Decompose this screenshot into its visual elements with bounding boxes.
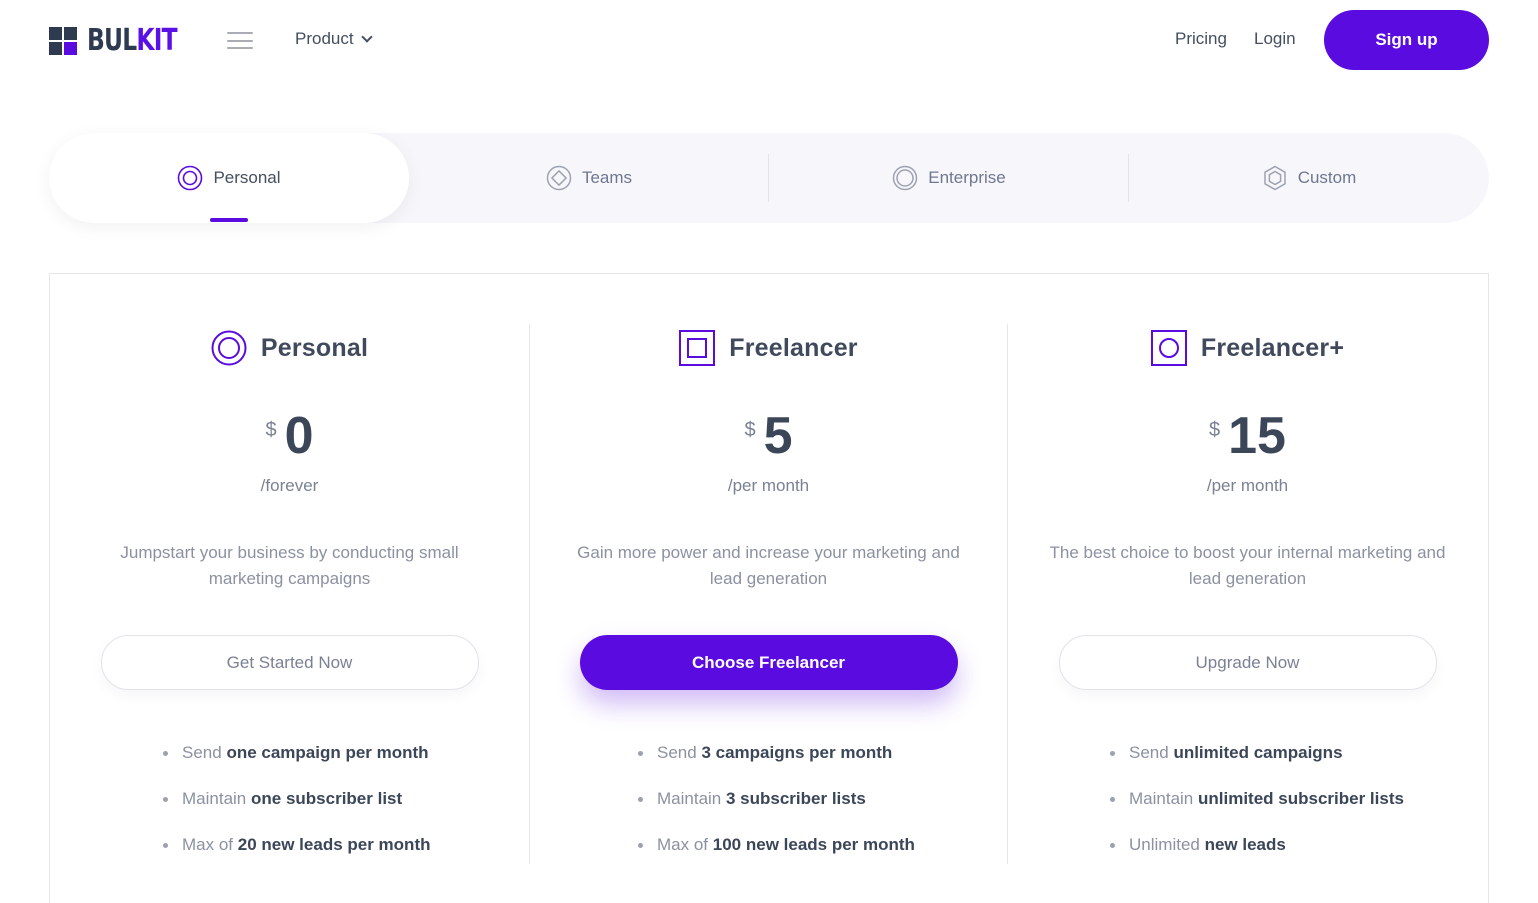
double-circle-icon <box>177 165 203 191</box>
tab-personal[interactable]: Personal <box>49 133 409 223</box>
get-started-button[interactable]: Get Started Now <box>100 635 479 690</box>
currency-symbol: $ <box>265 419 277 441</box>
pricing-link[interactable]: Pricing <box>1175 29 1227 49</box>
currency-symbol: $ <box>1209 419 1221 441</box>
feature-list: Send one campaign per month Maintain one… <box>163 741 431 879</box>
plan-card-freelancer: Freelancer $ 5 /per month Gain more powe… <box>529 273 1008 893</box>
plan-header: Freelancer+ <box>1008 330 1487 366</box>
plan-price: $ 15 <box>1008 409 1487 463</box>
plan-name: Freelancer <box>729 333 858 362</box>
bullet-icon <box>163 797 168 802</box>
bullet-icon <box>1110 843 1115 848</box>
tab-label: Custom <box>1297 168 1357 187</box>
plan-header: Freelancer <box>529 330 1008 366</box>
bullet-icon <box>163 751 168 756</box>
signup-button[interactable]: Sign up <box>1324 10 1489 70</box>
feature-list: Send unlimited campaigns Maintain unlimi… <box>1110 741 1404 879</box>
brand-logo[interactable]: BULKIT <box>49 26 202 56</box>
feature-item: Maintain one subscriber list <box>163 787 431 833</box>
tab-teams[interactable]: Teams <box>409 133 769 223</box>
price-amount: 5 <box>763 407 793 465</box>
bullet-icon <box>1110 751 1115 756</box>
currency-symbol: $ <box>744 419 756 441</box>
tab-custom[interactable]: Custom <box>1129 133 1489 223</box>
tab-label: Enterprise <box>928 168 1006 187</box>
hexagon-icon <box>1262 165 1288 191</box>
double-circle-icon <box>211 330 247 366</box>
tab-enterprise[interactable]: Enterprise <box>769 133 1129 223</box>
feature-item: Send 3 campaigns per month <box>638 741 915 787</box>
hamburger-icon[interactable] <box>227 32 253 49</box>
tab-label: Teams <box>581 168 633 187</box>
feature-item: Send one campaign per month <box>163 741 431 787</box>
feature-item: Max of 100 new leads per month <box>638 833 915 879</box>
square-in-square-icon <box>679 330 716 366</box>
top-navbar: BULKIT Product Pricing Login Sign up <box>0 0 1538 82</box>
plan-name: Freelancer+ <box>1200 333 1345 362</box>
logo-grid-icon <box>49 27 77 55</box>
feature-item: Maintain unlimited subscriber lists <box>1110 787 1404 833</box>
feature-item: Send unlimited campaigns <box>1110 741 1404 787</box>
price-period: /per month <box>1206 476 1289 495</box>
bullet-icon <box>638 797 643 802</box>
tab-divider <box>768 154 769 202</box>
feature-item: Maintain 3 subscriber lists <box>638 787 915 833</box>
price-period: /per month <box>727 476 810 495</box>
plan-description: Gain more power and increase your market… <box>577 543 960 588</box>
logo-wordmark: BULKIT <box>87 23 178 58</box>
circle-in-square-icon <box>1150 330 1187 366</box>
diamond-circle-icon <box>546 165 572 191</box>
price-period: /forever <box>260 476 319 495</box>
plan-category-tabs: Personal Teams Enterprise Custom <box>49 133 1489 223</box>
active-tab-indicator <box>210 218 248 222</box>
bullet-icon <box>638 843 643 848</box>
tab-label: Personal <box>213 168 281 187</box>
plan-description: Jumpstart your business by conducting sm… <box>120 543 459 588</box>
upgrade-now-button[interactable]: Upgrade Now <box>1058 635 1437 690</box>
feature-list: Send 3 campaigns per month Maintain 3 su… <box>638 741 915 879</box>
bullet-icon <box>1110 797 1115 802</box>
plan-card-freelancer-plus: Freelancer+ $ 15 /per month The best cho… <box>1008 273 1487 893</box>
chevron-down-icon <box>360 31 373 43</box>
product-dropdown[interactable]: Product <box>295 29 373 49</box>
choose-freelancer-button[interactable]: Choose Freelancer <box>579 635 958 690</box>
product-label: Product <box>295 29 354 48</box>
plan-price: $ 0 <box>50 409 529 463</box>
plan-price: $ 5 <box>529 409 1008 463</box>
plan-description: The best choice to boost your internal m… <box>1049 543 1446 588</box>
plan-card-personal: Personal $ 0 /forever Jumpstart your bus… <box>50 273 529 893</box>
bullet-icon <box>638 751 643 756</box>
price-amount: 0 <box>284 407 314 465</box>
plan-name: Personal <box>260 333 369 362</box>
feature-item: Max of 20 new leads per month <box>163 833 431 879</box>
price-amount: 15 <box>1228 407 1286 465</box>
feature-item: Unlimited new leads <box>1110 833 1404 879</box>
login-link[interactable]: Login <box>1254 29 1296 49</box>
bullet-icon <box>163 843 168 848</box>
plan-header: Personal <box>50 330 529 366</box>
ring-circle-icon <box>892 165 918 191</box>
tab-divider <box>1128 154 1129 202</box>
